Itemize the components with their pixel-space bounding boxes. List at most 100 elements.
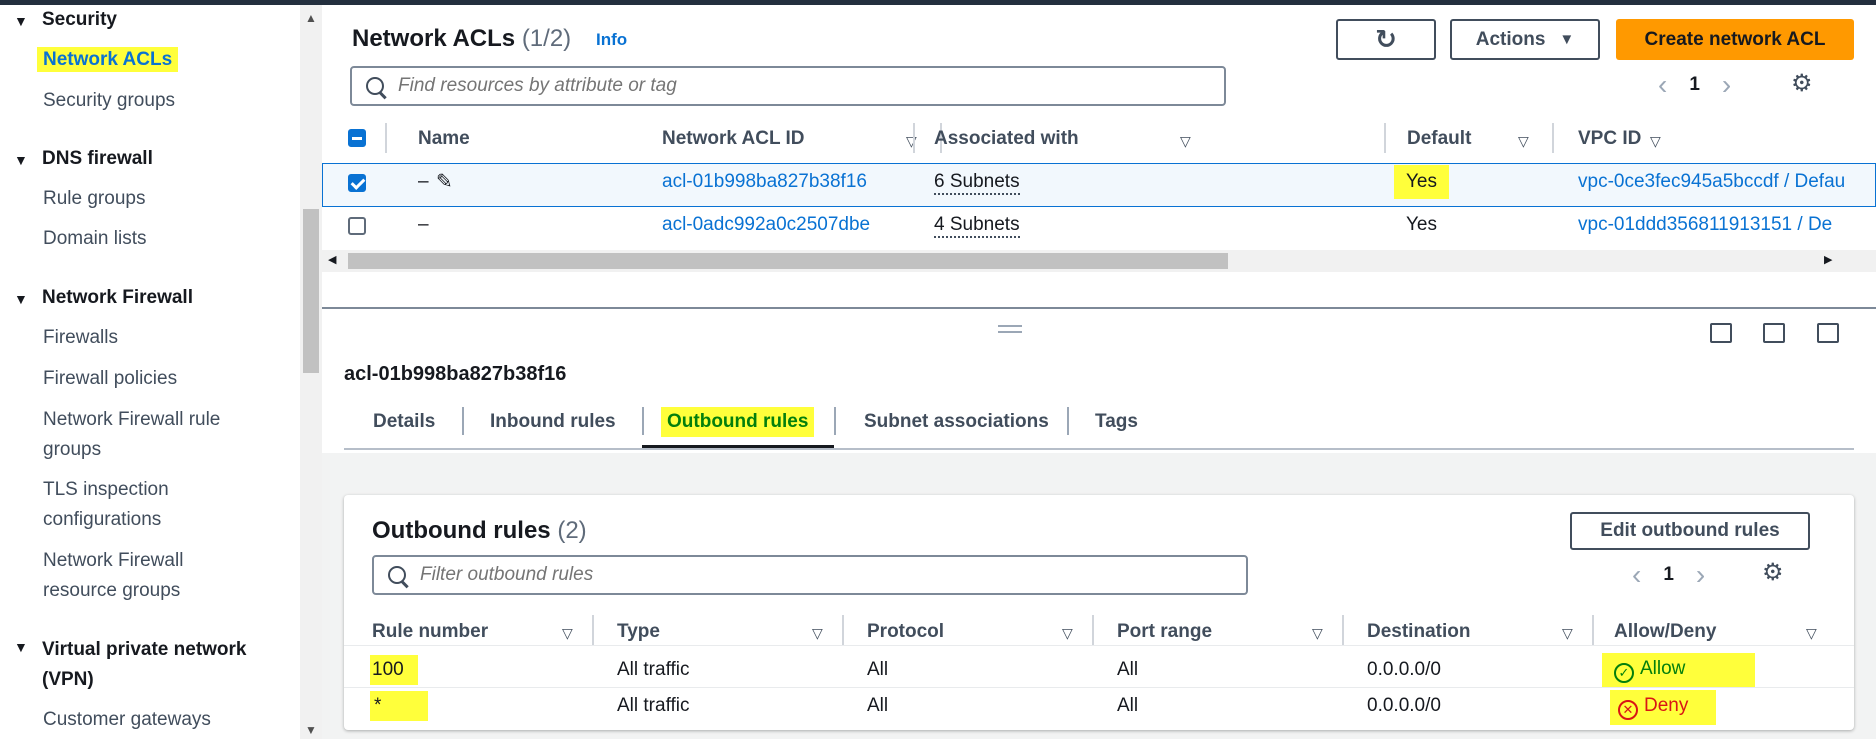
main-content: Network ACLs (1/2) Info ↻ Actions ▼ Crea… (322, 5, 1876, 739)
tab-inbound-rules[interactable]: Inbound rules (490, 411, 616, 433)
table-horizontal-scrollbar[interactable]: ◀ ▶ (322, 250, 1876, 272)
info-link[interactable]: Info (596, 30, 627, 50)
sidebar-item-rule-groups[interactable]: Rule groups (43, 184, 145, 214)
sort-icon[interactable]: ▽ (1312, 625, 1323, 642)
panel-bottom-icon[interactable] (1710, 323, 1732, 343)
column-header-destination[interactable]: Destination (1367, 621, 1470, 643)
acl-id-link[interactable]: acl-01b998ba827b38f16 (662, 171, 867, 193)
rule-number-cell: * (370, 691, 428, 721)
column-header-allow-deny[interactable]: Allow/Deny (1614, 621, 1716, 643)
filter-input[interactable] (420, 564, 1205, 586)
panel-side-icon[interactable] (1763, 323, 1785, 343)
default-cell: Yes (1394, 165, 1449, 199)
column-header-type[interactable]: Type (617, 621, 660, 643)
sidebar-item-security-groups[interactable]: Security groups (43, 86, 175, 116)
caret-down-icon: ▼ (14, 152, 28, 168)
tab-subnet-associations[interactable]: Subnet associations (864, 411, 1049, 433)
acl-id-link[interactable]: acl-0adc992a0c2507dbe (662, 214, 870, 236)
sidebar-item-firewalls[interactable]: Firewalls (43, 323, 118, 353)
actions-button[interactable]: Actions ▼ (1450, 19, 1600, 60)
sidebar-item-customer-gateways[interactable]: Customer gateways (43, 705, 211, 735)
panel-title: Outbound rules (2) (372, 517, 587, 544)
refresh-button[interactable]: ↻ (1336, 19, 1436, 60)
row-checkbox[interactable] (348, 174, 366, 192)
gear-icon[interactable]: ⚙ (1791, 69, 1813, 98)
column-header-name[interactable]: Name (418, 128, 470, 150)
sidebar-section-security[interactable]: ▼ Security (14, 9, 117, 33)
protocol-cell: All (867, 695, 889, 716)
sidebar-section-network-firewall[interactable]: ▼ Network Firewall (14, 287, 193, 311)
tab-details[interactable]: Details (373, 411, 435, 433)
associated-subnets[interactable]: 6 Subnets (934, 171, 1020, 195)
rule-number-cell: 100 (370, 655, 418, 685)
row-checkbox[interactable] (348, 217, 366, 235)
column-header-associated[interactable]: Associated with (934, 128, 1079, 150)
sidebar-item-domain-lists[interactable]: Domain lists (43, 224, 146, 254)
chevron-left-icon[interactable]: ‹ (1632, 559, 1641, 591)
chevron-left-icon[interactable]: ‹ (1658, 69, 1667, 101)
create-network-acl-button[interactable]: Create network ACL (1616, 19, 1854, 60)
caret-down-icon: ▼ (14, 291, 28, 307)
chevron-right-icon[interactable]: › (1722, 69, 1731, 101)
vpc-id-link[interactable]: vpc-01ddd356811913151 / De (1578, 214, 1832, 236)
caret-down-icon: ▼ (14, 13, 28, 29)
edit-icon[interactable]: ✎ (436, 169, 453, 194)
sort-icon[interactable]: ▽ (1518, 133, 1529, 150)
column-header-protocol[interactable]: Protocol (867, 621, 944, 643)
page-number[interactable]: 1 (1663, 564, 1674, 586)
pagination: ‹ 1 › (1632, 559, 1705, 591)
port-range-cell: All (1117, 695, 1139, 716)
associated-subnets[interactable]: 4 Subnets (934, 214, 1020, 238)
select-all-checkbox[interactable] (348, 129, 366, 147)
scrollbar-thumb[interactable] (303, 209, 319, 373)
caret-down-icon: ▼ (14, 639, 28, 655)
column-header-port-range[interactable]: Port range (1117, 621, 1212, 643)
sort-icon[interactable]: ▽ (562, 625, 573, 642)
sidebar-item-tls-inspection[interactable]: TLS inspection configurations (43, 475, 169, 535)
sidebar-section-dns-firewall[interactable]: ▼ DNS firewall (14, 148, 153, 172)
sort-icon[interactable]: ▽ (1062, 625, 1073, 642)
gear-icon[interactable]: ⚙ (1762, 558, 1784, 587)
sidebar-section-vpn[interactable]: ▼ Virtual private network (VPN) (14, 635, 247, 695)
sidebar-item-nf-rule-groups[interactable]: Network Firewall rule groups (43, 405, 220, 465)
sort-icon[interactable]: ▽ (1180, 133, 1191, 150)
column-header-acl-id[interactable]: Network ACL ID (662, 128, 805, 150)
sort-icon[interactable]: ▽ (1562, 625, 1573, 642)
edit-outbound-rules-button[interactable]: Edit outbound rules (1570, 512, 1810, 550)
search-input[interactable] (398, 75, 1183, 97)
resize-handle-icon[interactable] (998, 325, 1022, 333)
vpc-id-link[interactable]: vpc-0ce3fec945a5bccdf / Defau (1578, 171, 1845, 193)
sidebar-scrollbar[interactable]: ▲ ▼ (300, 5, 322, 739)
filter-bar[interactable] (372, 555, 1248, 595)
page-number[interactable]: 1 (1689, 74, 1700, 96)
scroll-right-icon[interactable]: ▶ (1824, 253, 1832, 266)
scroll-down-icon[interactable]: ▼ (305, 723, 317, 737)
sort-icon[interactable]: ▽ (906, 133, 917, 150)
column-header-default[interactable]: Default (1407, 128, 1471, 150)
search-icon (388, 566, 406, 584)
pagination: ‹ 1 › (1658, 69, 1731, 101)
chevron-right-icon[interactable]: › (1696, 559, 1705, 591)
name-cell: – (418, 214, 429, 235)
sort-icon[interactable]: ▽ (812, 625, 823, 642)
port-range-cell: All (1117, 659, 1139, 680)
scroll-up-icon[interactable]: ▲ (305, 11, 317, 25)
tab-outbound-rules[interactable]: Outbound rules (661, 407, 815, 437)
caret-down-icon: ▼ (1559, 31, 1575, 48)
search-bar[interactable] (350, 66, 1226, 106)
sidebar-item-firewall-policies[interactable]: Firewall policies (43, 364, 177, 394)
sidebar-item-nf-resource-groups[interactable]: Network Firewall resource groups (43, 546, 183, 606)
split-panel-divider[interactable] (322, 307, 1876, 309)
column-header-rule-number[interactable]: Rule number (372, 621, 488, 643)
name-cell: – (418, 171, 429, 192)
panel-full-icon[interactable] (1817, 323, 1839, 343)
sort-icon[interactable]: ▽ (1806, 625, 1817, 642)
type-cell: All traffic (617, 695, 690, 716)
scrollbar-thumb[interactable] (348, 253, 1228, 269)
column-header-vpc-id[interactable]: VPC ID (1578, 128, 1641, 150)
scroll-left-icon[interactable]: ◀ (328, 253, 336, 266)
sidebar-item-network-acls[interactable]: Network ACLs (37, 45, 179, 75)
deny-status: ✕ Deny (1610, 690, 1717, 725)
tab-tags[interactable]: Tags (1095, 411, 1138, 433)
sort-icon[interactable]: ▽ (1650, 133, 1661, 150)
